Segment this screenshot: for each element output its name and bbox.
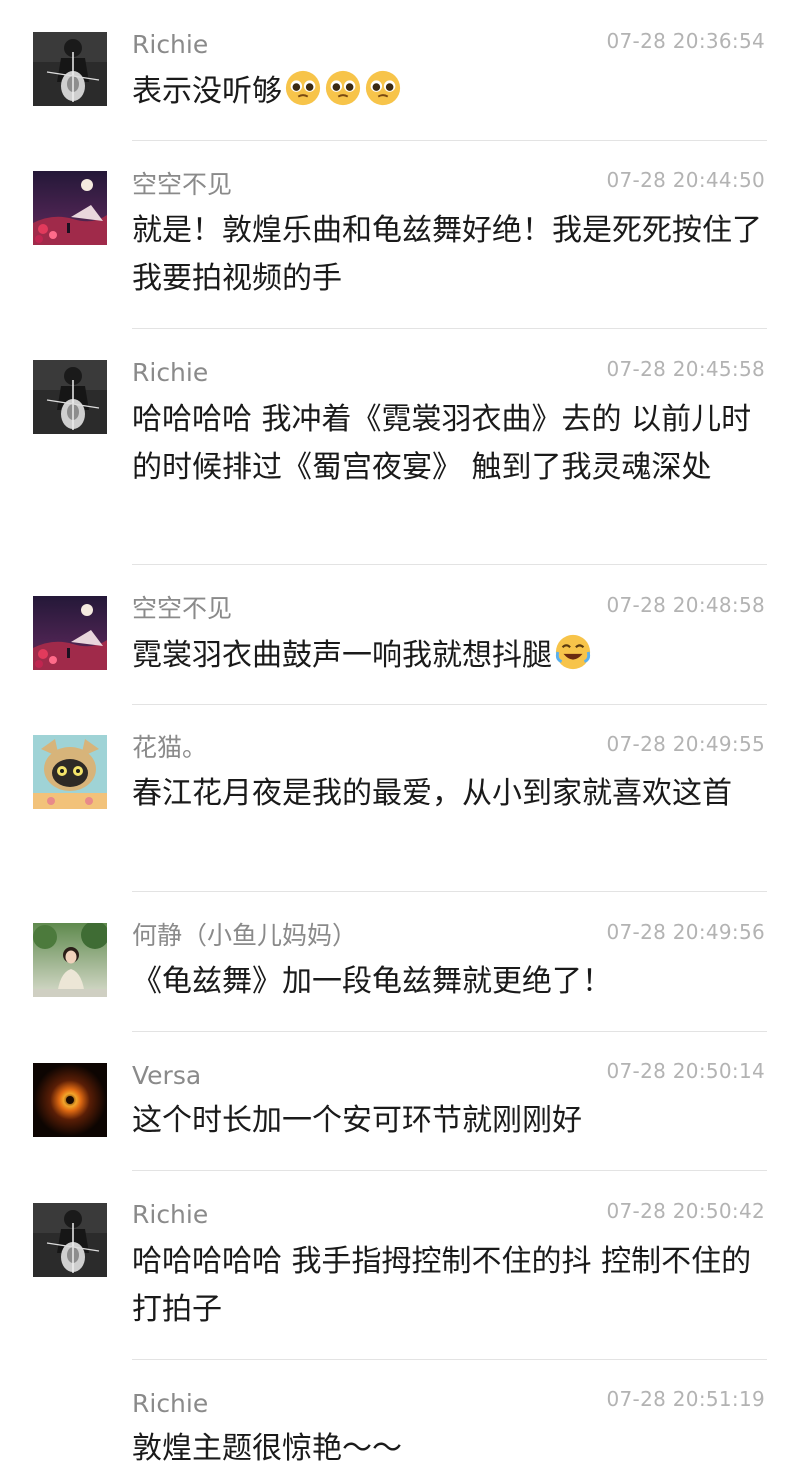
commenter-name[interactable]: Versa bbox=[132, 1061, 201, 1091]
night-scene-avatar-icon bbox=[33, 596, 107, 670]
avatar-kongkong[interactable] bbox=[33, 596, 107, 670]
comment-text: 就是！敦煌乐曲和龟兹舞好绝！我是死死按住了我要拍视频的手 bbox=[132, 213, 762, 296]
comment-text: 霓裳羽衣曲鼓声一响我就想抖腿 bbox=[132, 632, 762, 680]
comment-time: 07-28 20:49:55 bbox=[606, 732, 765, 756]
avatar-kongkong[interactable] bbox=[33, 171, 107, 245]
cellist-avatar-icon bbox=[33, 360, 107, 434]
comment-divider bbox=[132, 564, 767, 565]
commenter-name[interactable]: Richie bbox=[132, 358, 208, 388]
night-scene-avatar-icon bbox=[33, 171, 107, 245]
commenter-name[interactable]: 空空不见 bbox=[132, 594, 232, 624]
comment-divider bbox=[132, 891, 767, 892]
cellist-avatar-icon bbox=[33, 1203, 107, 1277]
comment-text: 表示没听够 bbox=[132, 68, 762, 116]
comment-divider bbox=[132, 1031, 767, 1032]
avatar-huamao[interactable] bbox=[33, 735, 107, 809]
commenter-name[interactable]: 花猫。 bbox=[132, 733, 207, 763]
commenter-name[interactable]: 空空不见 bbox=[132, 170, 232, 200]
comment-text-content: 霓裳羽衣曲鼓声一响我就想抖腿 bbox=[132, 638, 552, 673]
rolling-laughing-icon bbox=[555, 634, 591, 670]
comment-text: 春江花月夜是我的最爱，从小到家就喜欢这首 bbox=[132, 776, 732, 811]
cat-avatar-icon bbox=[33, 735, 107, 809]
woman-photo-avatar-icon bbox=[33, 923, 107, 997]
comment-text: 敦煌主题很惊艳～～ bbox=[132, 1431, 402, 1466]
avatar-richie[interactable] bbox=[33, 1203, 107, 1277]
avatar-hejing[interactable] bbox=[33, 923, 107, 997]
avatar-richie[interactable] bbox=[33, 360, 107, 434]
comment-text: 哈哈哈哈 我冲着《霓裳羽衣曲》去的 以前儿时的时候排过《蜀宫夜宴》 触到了我灵魂… bbox=[132, 402, 752, 485]
comment-text: 这个时长加一个安可环节就刚刚好 bbox=[132, 1103, 582, 1138]
comment-divider bbox=[132, 328, 767, 329]
comment-text: 哈哈哈哈哈 我手指拇控制不住的抖 控制不住的打拍子 bbox=[132, 1244, 752, 1327]
commenter-name[interactable]: Richie bbox=[132, 1389, 208, 1419]
comment-time: 07-28 20:36:54 bbox=[606, 29, 765, 53]
pleading-face-icon bbox=[365, 70, 401, 106]
comment-divider bbox=[132, 1170, 767, 1171]
commenter-name[interactable]: Richie bbox=[132, 30, 208, 60]
comment-text-content: 表示没听够 bbox=[132, 74, 282, 109]
commenter-name[interactable]: Richie bbox=[132, 1200, 208, 1230]
avatar-richie[interactable] bbox=[33, 32, 107, 106]
comment-divider bbox=[132, 140, 767, 141]
comment-divider bbox=[132, 1359, 767, 1360]
glowing-ring-avatar-icon bbox=[33, 1063, 107, 1137]
comment-time: 07-28 20:49:56 bbox=[606, 920, 765, 944]
comment-time: 07-28 20:45:58 bbox=[606, 357, 765, 381]
avatar-versa[interactable] bbox=[33, 1063, 107, 1137]
comment-time: 07-28 20:44:50 bbox=[606, 168, 765, 192]
pleading-face-icon bbox=[285, 70, 321, 106]
comment-time: 07-28 20:50:14 bbox=[606, 1059, 765, 1083]
comment-time: 07-28 20:51:19 bbox=[606, 1387, 765, 1411]
comment-divider bbox=[132, 704, 767, 705]
pleading-face-icon bbox=[325, 70, 361, 106]
comment-time: 07-28 20:50:42 bbox=[606, 1199, 765, 1223]
comment-time: 07-28 20:48:58 bbox=[606, 593, 765, 617]
cellist-avatar-icon bbox=[33, 32, 107, 106]
commenter-name[interactable]: 何静（小鱼儿妈妈） bbox=[132, 921, 357, 951]
comment-text: 《龟兹舞》加一段龟兹舞就更绝了！ bbox=[132, 964, 612, 999]
